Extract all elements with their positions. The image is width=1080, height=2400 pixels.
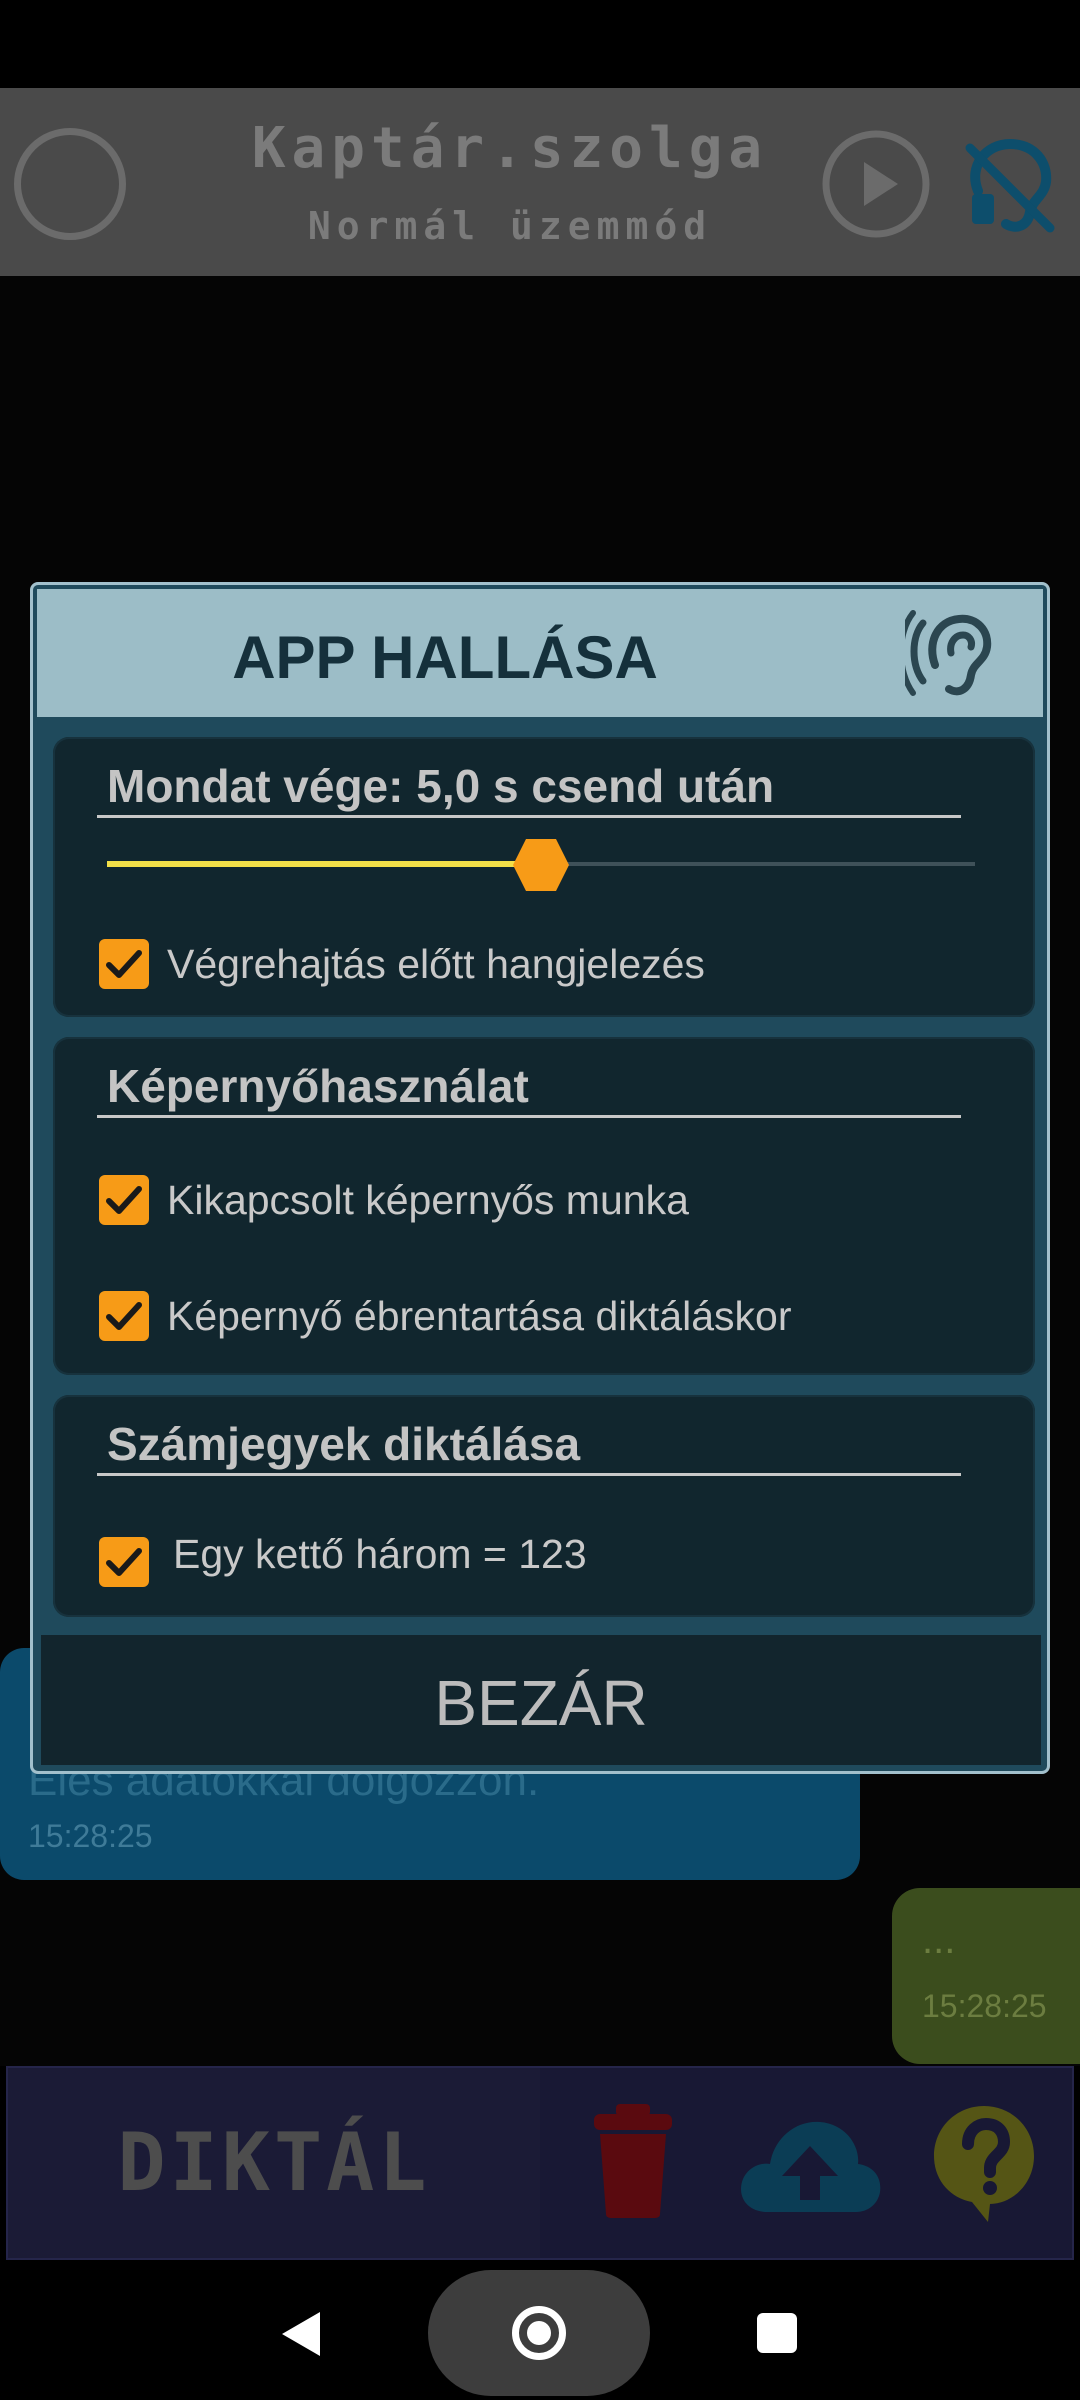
chat-reply-text: ... (922, 1918, 956, 1962)
app-hearing-dialog: APP HALLÁSA Mondat vége: 5,0 s csend utá… (30, 582, 1050, 1774)
chat-bubble-time: 15:28:25 (28, 1818, 153, 1854)
circle-icon[interactable] (14, 128, 126, 240)
trash-icon[interactable] (590, 2102, 676, 2220)
checkbox-beep-before-exec[interactable] (99, 939, 149, 989)
nav-back-icon[interactable] (280, 2310, 322, 2358)
silence-slider-fill (107, 861, 541, 867)
dictate-button[interactable]: DIKTÁL (8, 2068, 540, 2258)
ear-icon (905, 610, 992, 696)
section-title-number-dictation: Számjegyek diktálása (107, 1418, 581, 1470)
dialog-header: APP HALLÁSA (37, 589, 1043, 717)
label-digits-as-numbers: Egy kettő három = 123 (173, 1531, 587, 1577)
app-mode: Normál üzemmód (307, 204, 713, 248)
checkbox-screen-off-work[interactable] (99, 1175, 149, 1225)
section-screen-usage: Képernyőhasználat Kikapcsolt képernyős m… (53, 1037, 1035, 1375)
label-keep-screen-awake: Képernyő ébrentartása diktáláskor (167, 1293, 792, 1339)
help-bubble-icon[interactable] (932, 2104, 1036, 2224)
nav-home-dot (527, 2321, 551, 2345)
nav-recents-icon[interactable] (757, 2313, 797, 2353)
section-divider (97, 1115, 961, 1118)
close-button[interactable]: BEZÁR (41, 1635, 1041, 1765)
checkbox-keep-screen-awake[interactable] (99, 1291, 149, 1341)
checkbox-digits-as-numbers[interactable] (99, 1537, 149, 1587)
section-sentence-end: Mondat vége: 5,0 s csend után Végrehajtá… (53, 737, 1035, 1017)
label-beep-before-exec: Végrehajtás előtt hangjelezés (167, 941, 705, 987)
dialog-title: APP HALLÁSA (232, 624, 658, 691)
status-bar (0, 0, 1080, 88)
section-title-screen-usage: Képernyőhasználat (107, 1060, 529, 1112)
bottom-toolbar: DIKTÁL (6, 2066, 1074, 2260)
section-title-sentence-end: Mondat vége: 5,0 s csend után (107, 760, 775, 812)
cloud-upload-icon[interactable] (738, 2116, 882, 2214)
section-number-dictation: Számjegyek diktálása Egy kettő három = 1… (53, 1395, 1035, 1617)
chat-reply-time: 15:28:25 (922, 1988, 1047, 2024)
app-title: Kaptár.szolga (251, 116, 769, 181)
ear-muted-icon[interactable] (958, 136, 1058, 236)
label-screen-off-work: Kikapcsolt képernyős munka (167, 1177, 689, 1223)
section-divider (97, 1473, 961, 1476)
play-icon[interactable] (820, 128, 932, 240)
chat-bubble-outgoing: ... 15:28:25 (892, 1888, 1080, 2064)
section-divider (97, 815, 961, 818)
silence-slider-thumb[interactable] (512, 837, 570, 893)
